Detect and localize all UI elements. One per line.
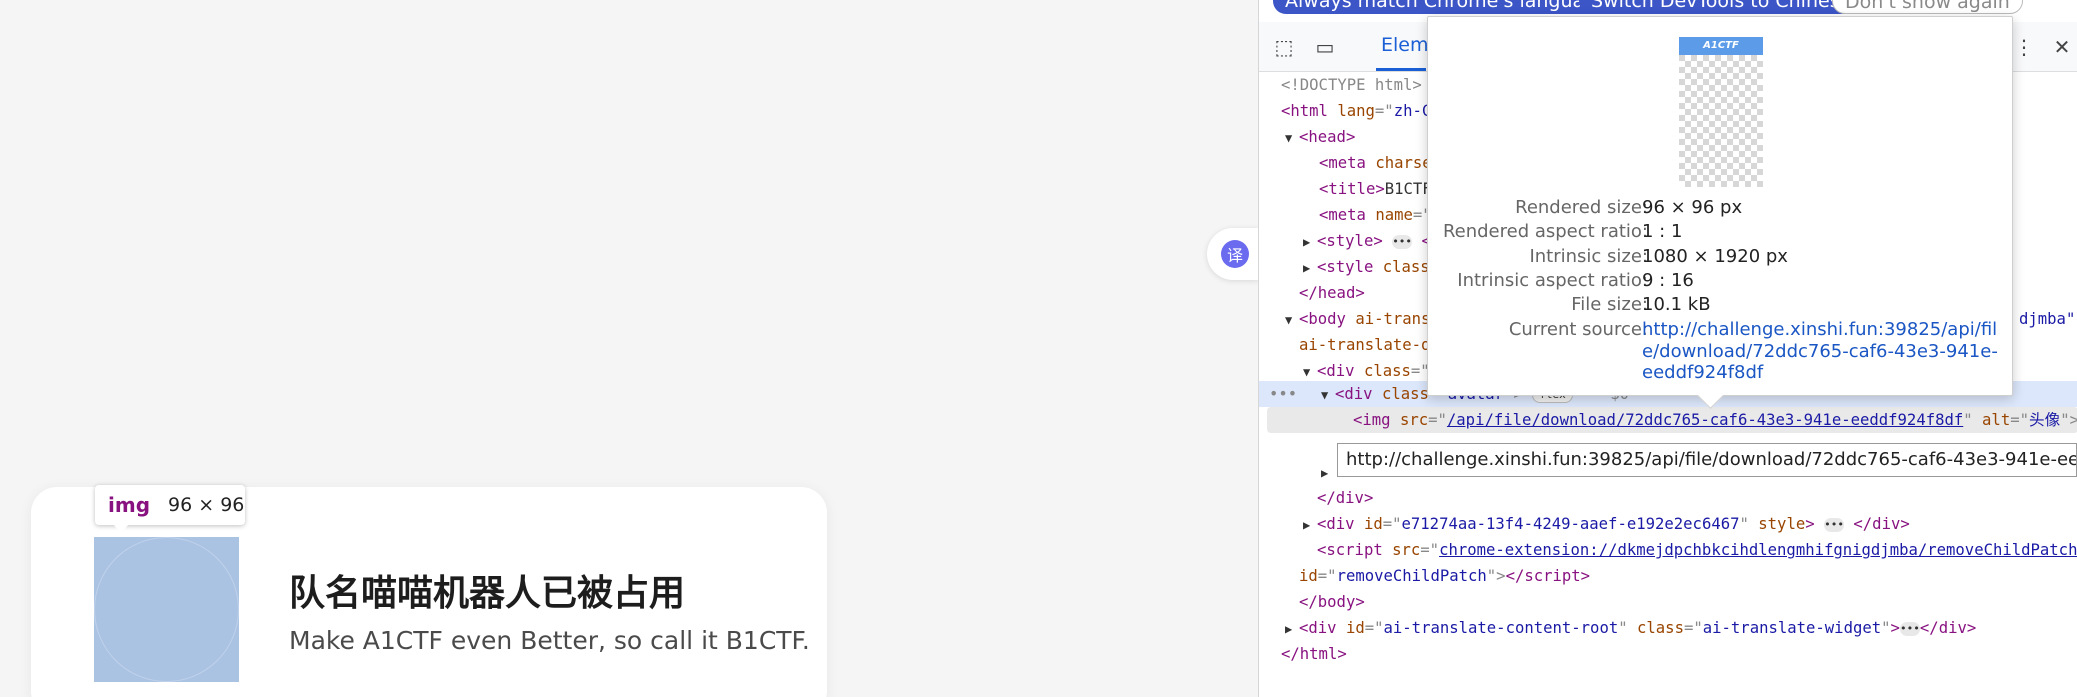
- dom-html-close[interactable]: </html>: [1281, 641, 1347, 667]
- current-source-link[interactable]: http://challenge.xinshi.fun:39825/api/fi…: [1642, 319, 2004, 384]
- switch-language-button[interactable]: Switch DevTools to Chinese: [1579, 0, 1864, 14]
- web-page: 队名喵喵机器人已被占用 Make A1CTF even Better, so c…: [0, 0, 1259, 697]
- dom-meta-name[interactable]: <meta name=": [1319, 202, 1432, 228]
- dom-body-attr-cont: ai-translate-o: [1299, 336, 1431, 354]
- dom-script[interactable]: <script src="chrome-extension://dkmejdpc…: [1317, 537, 2077, 563]
- device-toolbar-icon[interactable]: ▭: [1312, 35, 1338, 59]
- match-language-button[interactable]: Always match Chrome's language: [1273, 0, 1620, 14]
- collapse-triangle-icon[interactable]: ▶: [1321, 460, 1335, 486]
- translate-icon: 译: [1221, 240, 1249, 268]
- rendered-size-row: Rendered size: 96 × 96 px: [1515, 197, 1743, 218]
- collapse-triangle-icon[interactable]: ▶: [1285, 616, 1299, 642]
- expand-triangle-icon[interactable]: ▼: [1285, 125, 1299, 151]
- more-options-icon[interactable]: ⋮: [2011, 35, 2037, 59]
- ellipsis-icon[interactable]: •••: [1392, 234, 1413, 249]
- dom-body-close[interactable]: </body>: [1299, 589, 1365, 615]
- inspect-element-icon[interactable]: ⬚: [1271, 35, 1297, 59]
- file-size-row: File size: 10.1 kB: [1571, 294, 1711, 315]
- expand-triangle-icon[interactable]: ▼: [1285, 307, 1299, 333]
- active-tab-indicator: [1376, 68, 1426, 71]
- thumbnail-banner: A1CTF: [1679, 37, 1763, 55]
- dont-show-again-button[interactable]: Don't show again: [1832, 0, 2023, 14]
- collapse-triangle-icon[interactable]: ▶: [1303, 512, 1317, 538]
- dom-head-close[interactable]: </head>: [1299, 280, 1365, 306]
- dom-html-open[interactable]: <html lang="zh-CN: [1281, 98, 1441, 124]
- intrinsic-aspect-row: Intrinsic aspect ratio: 9 : 16: [1457, 270, 1694, 291]
- dom-img[interactable]: <img src="/api/file/download/72ddc765-ca…: [1353, 407, 2077, 433]
- ellipsis-icon[interactable]: •••: [1824, 517, 1845, 532]
- script-src-link[interactable]: chrome-extension://dkmejdpchbkcihdlengmh…: [1439, 541, 2077, 559]
- dom-translate-root[interactable]: ▶ <div id="ai-translate-content-root" cla…: [1285, 615, 1976, 641]
- dom-style[interactable]: ▶<style> ••• </: [1303, 228, 1440, 254]
- image-thumbnail: A1CTF: [1679, 37, 1763, 187]
- rendered-aspect-row: Rendered aspect ratio: 1 : 1: [1442, 221, 1683, 242]
- avatar[interactable]: [94, 537, 239, 682]
- team-name: 队名喵喵机器人已被占用: [289, 573, 686, 614]
- inspect-dimensions: 96 × 96: [168, 494, 245, 516]
- dom-div-id[interactable]: ▶ <div id="e71274aa-13f4-4249-aaef-e192e2…: [1303, 511, 1910, 537]
- dom-meta-charset[interactable]: <meta charset: [1319, 150, 1441, 176]
- url-hover-tooltip: http://challenge.xinshi.fun:39825/api/fi…: [1337, 443, 2077, 477]
- collapse-triangle-icon[interactable]: ▶: [1303, 229, 1317, 255]
- close-devtools-icon[interactable]: ✕: [2049, 35, 2075, 59]
- img-src-link[interactable]: /api/file/download/72ddc765-caf6-43e3-94…: [1447, 411, 1963, 429]
- team-tagline: Make A1CTF even Better, so call it B1CTF…: [289, 626, 810, 655]
- dom-body-attr-tail: djmba": [2019, 310, 2076, 328]
- intrinsic-size-row: Intrinsic size: 1080 × 1920 px: [1529, 246, 1788, 267]
- collapse-triangle-icon[interactable]: ▶: [1303, 255, 1317, 281]
- image-preview-popover: A1CTF Rendered size: 96 × 96 px Rendered …: [1427, 16, 2013, 396]
- expand-triangle-icon[interactable]: ▼: [1321, 382, 1335, 408]
- inspect-element-tooltip: img 96 × 96: [95, 485, 245, 533]
- translate-widget-button[interactable]: 译: [1207, 228, 1259, 280]
- dom-row-ellipsis-icon[interactable]: •••: [1269, 381, 1297, 407]
- expand-triangle-icon[interactable]: ▼: [1303, 359, 1317, 385]
- dom-script-id[interactable]: id="removeChildPatch"></script>: [1299, 563, 1590, 589]
- dom-title[interactable]: <title>B1CTF: [1319, 176, 1432, 202]
- dom-head[interactable]: ▼ <head>: [1285, 124, 1355, 150]
- avatar-circle: [94, 537, 239, 682]
- dom-div-close[interactable]: </div>: [1317, 485, 1373, 511]
- dom-style-class[interactable]: ▶ <style class: [1303, 254, 1430, 280]
- ellipsis-icon[interactable]: •••: [1899, 621, 1920, 636]
- dom-doctype[interactable]: <!DOCTYPE html>: [1281, 72, 1422, 98]
- inspect-tag-name: img: [108, 493, 151, 517]
- dom-div-info[interactable]: ▶: [1321, 459, 1335, 485]
